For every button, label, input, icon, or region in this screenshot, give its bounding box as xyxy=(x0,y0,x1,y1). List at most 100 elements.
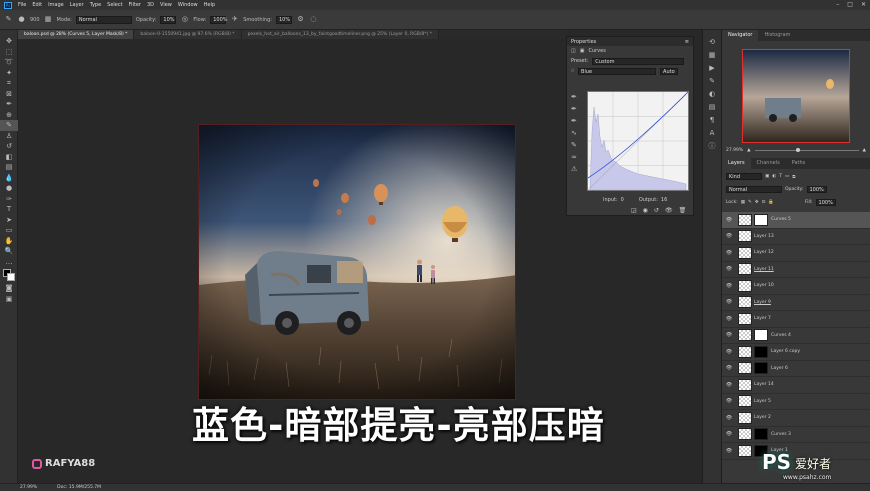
layer-visibility-icon[interactable]: 👁 xyxy=(722,250,736,256)
screen-mode-icon[interactable]: ▣ xyxy=(0,294,18,305)
info-icon[interactable]: ⓘ xyxy=(703,140,721,153)
layer-name[interactable]: Layer 13 xyxy=(754,234,774,239)
tab-channels[interactable]: Channels xyxy=(751,158,786,169)
layer-row[interactable]: 👁 Layer 11 xyxy=(722,262,870,278)
flow-input[interactable]: 100% xyxy=(210,15,228,24)
close-icon[interactable]: ✕ xyxy=(861,1,866,8)
menu-file[interactable]: File xyxy=(18,2,26,8)
smoothing-gear-icon[interactable]: ⚙ xyxy=(296,15,305,24)
status-zoom[interactable]: 27.99% xyxy=(20,485,37,490)
history-icon[interactable]: ⟲ xyxy=(703,36,721,49)
layer-visibility-icon[interactable]: 👁 xyxy=(722,398,736,404)
layer-mask-thumbnail[interactable] xyxy=(754,213,768,226)
menu-edit[interactable]: Edit xyxy=(32,2,42,8)
pen-tool-icon[interactable]: ✑ xyxy=(0,194,18,205)
layer-visibility-icon[interactable]: 👁 xyxy=(722,382,736,388)
layer-visibility-icon[interactable]: 👁 xyxy=(722,332,736,338)
tab-baloon-psd[interactable]: baloon.psd @ 28% (Curves 5, Layer Mask/8… xyxy=(18,30,135,39)
airbrush-icon[interactable]: ✈ xyxy=(230,15,239,24)
view-previous-icon[interactable]: ◉ xyxy=(643,207,648,214)
menu-layer[interactable]: Layer xyxy=(70,2,84,8)
preset-select[interactable]: Custom xyxy=(592,57,685,65)
pencil-curve-icon[interactable]: ✎ xyxy=(571,139,583,151)
maximize-icon[interactable]: □ xyxy=(847,1,853,8)
hand-tool-icon[interactable]: ✋ xyxy=(0,236,18,247)
history-brush-icon[interactable]: ↺ xyxy=(0,141,18,152)
layer-name[interactable]: Layer 14 xyxy=(754,382,774,387)
panel-menu-icon[interactable]: ≡ xyxy=(685,39,689,45)
filter-adjust-icon[interactable]: ◐ xyxy=(772,174,776,179)
type-tool-icon[interactable]: T xyxy=(0,204,18,215)
lock-artboard-icon[interactable]: ⊡ xyxy=(762,200,766,205)
layer-visibility-icon[interactable]: 👁 xyxy=(722,316,736,322)
path-select-tool-icon[interactable]: ➤ xyxy=(0,215,18,226)
smooth-curve-icon[interactable]: ≈ xyxy=(571,151,583,163)
symmetry-icon[interactable]: ◌ xyxy=(309,15,318,24)
layer-visibility-icon[interactable]: 👁 xyxy=(722,448,736,454)
brush-tool-icon[interactable]: ✎ xyxy=(0,120,18,131)
color-swatches[interactable] xyxy=(0,267,18,283)
layer-row[interactable]: 👁 Layer 12 xyxy=(722,245,870,262)
tab-paths[interactable]: Paths xyxy=(786,158,812,169)
blur-tool-icon[interactable]: 💧 xyxy=(0,173,18,184)
layer-row[interactable]: 👁 Curves 4 xyxy=(722,328,870,344)
minimize-icon[interactable]: – xyxy=(836,1,839,8)
layer-visibility-icon[interactable]: 👁 xyxy=(722,217,736,223)
layer-row[interactable]: 👁 Layer 13 xyxy=(722,229,870,245)
layer-name[interactable]: Layer 11 xyxy=(754,267,774,272)
layer-row[interactable]: 👁 Curves 3 xyxy=(722,427,870,443)
menu-filter[interactable]: Filter xyxy=(129,2,141,8)
adjustments-icon[interactable]: ◐ xyxy=(703,88,721,101)
navigator-zoom-value[interactable]: 27.99% xyxy=(726,148,743,153)
output-value[interactable]: 16 xyxy=(661,197,667,203)
filter-pixel-icon[interactable]: ▣ xyxy=(765,174,769,179)
move-tool-icon[interactable]: ✥ xyxy=(0,36,18,47)
layer-visibility-icon[interactable]: 👁 xyxy=(722,365,736,371)
curves-graph[interactable] xyxy=(587,91,689,191)
layer-row[interactable]: 👁 Layer 6 xyxy=(722,361,870,377)
layer-row[interactable]: 👁 Layer 9 xyxy=(722,295,870,311)
more-tools-icon[interactable]: … xyxy=(0,257,18,268)
zoom-out-icon[interactable]: ▲ xyxy=(747,148,750,153)
layer-row[interactable]: 👁 Layer 5 xyxy=(722,394,870,410)
libraries-icon[interactable]: ▤ xyxy=(703,101,721,114)
layer-name[interactable]: Layer 6 xyxy=(771,366,788,371)
layer-visibility-icon[interactable]: 👁 xyxy=(722,431,736,437)
dodge-tool-icon[interactable]: ● xyxy=(0,183,18,194)
layer-row[interactable]: 👁 Layer 2 xyxy=(722,410,870,427)
layer-visibility-icon[interactable]: 👁 xyxy=(722,233,736,239)
layer-visibility-icon[interactable]: 👁 xyxy=(722,349,736,355)
menu-type[interactable]: Type xyxy=(90,2,101,8)
eraser-tool-icon[interactable]: ◧ xyxy=(0,152,18,163)
mode-select[interactable]: Normal xyxy=(75,15,132,24)
clipping-warning-icon[interactable]: ⚠ xyxy=(571,163,583,175)
layer-name[interactable]: Layer 7 xyxy=(754,316,771,321)
visibility-icon[interactable]: 👁 xyxy=(665,207,673,214)
quick-mask-icon[interactable]: ◙ xyxy=(0,283,18,294)
layer-name[interactable]: Layer 10 xyxy=(754,283,774,288)
zoom-in-icon[interactable]: ▲ xyxy=(863,148,866,153)
curve-points-icon[interactable]: ∿ xyxy=(571,127,583,139)
zoom-slider[interactable] xyxy=(754,148,859,152)
mask-icon[interactable]: ▣ xyxy=(580,48,585,54)
tab-baloon-jpg[interactable]: baloon-0-1550941.jpg @ 97.6% (RGB/8) * xyxy=(134,30,242,39)
layer-visibility-icon[interactable]: 👁 xyxy=(722,299,736,305)
menu-select[interactable]: Select xyxy=(107,2,122,8)
layer-row[interactable]: 👁 Curves 5 xyxy=(722,212,870,229)
layer-name[interactable]: Curves 4 xyxy=(771,333,791,338)
blend-mode-select[interactable]: Normal xyxy=(726,186,782,193)
tab-navigator[interactable]: Navigator xyxy=(722,30,759,41)
stamp-tool-icon[interactable]: ♙ xyxy=(0,131,18,142)
smoothing-input[interactable]: 10% xyxy=(275,15,292,24)
brush-panel-icon[interactable]: ✎ xyxy=(703,75,721,88)
eyedropper-white-icon[interactable]: ✒ xyxy=(571,115,583,127)
layer-fill-input[interactable]: 100% xyxy=(815,199,836,206)
healing-tool-icon[interactable]: ⊕ xyxy=(0,110,18,121)
swatches-icon[interactable]: ▦ xyxy=(703,49,721,62)
brush-tool-icon[interactable]: ✎ xyxy=(4,15,13,24)
layer-visibility-icon[interactable]: 👁 xyxy=(722,266,736,272)
layer-opacity-input[interactable]: 100% xyxy=(806,186,827,193)
filter-kind-select[interactable]: Kind xyxy=(726,173,762,180)
delete-icon[interactable]: 🗑 xyxy=(679,207,687,214)
lock-all-icon[interactable]: 🔒 xyxy=(768,200,774,205)
